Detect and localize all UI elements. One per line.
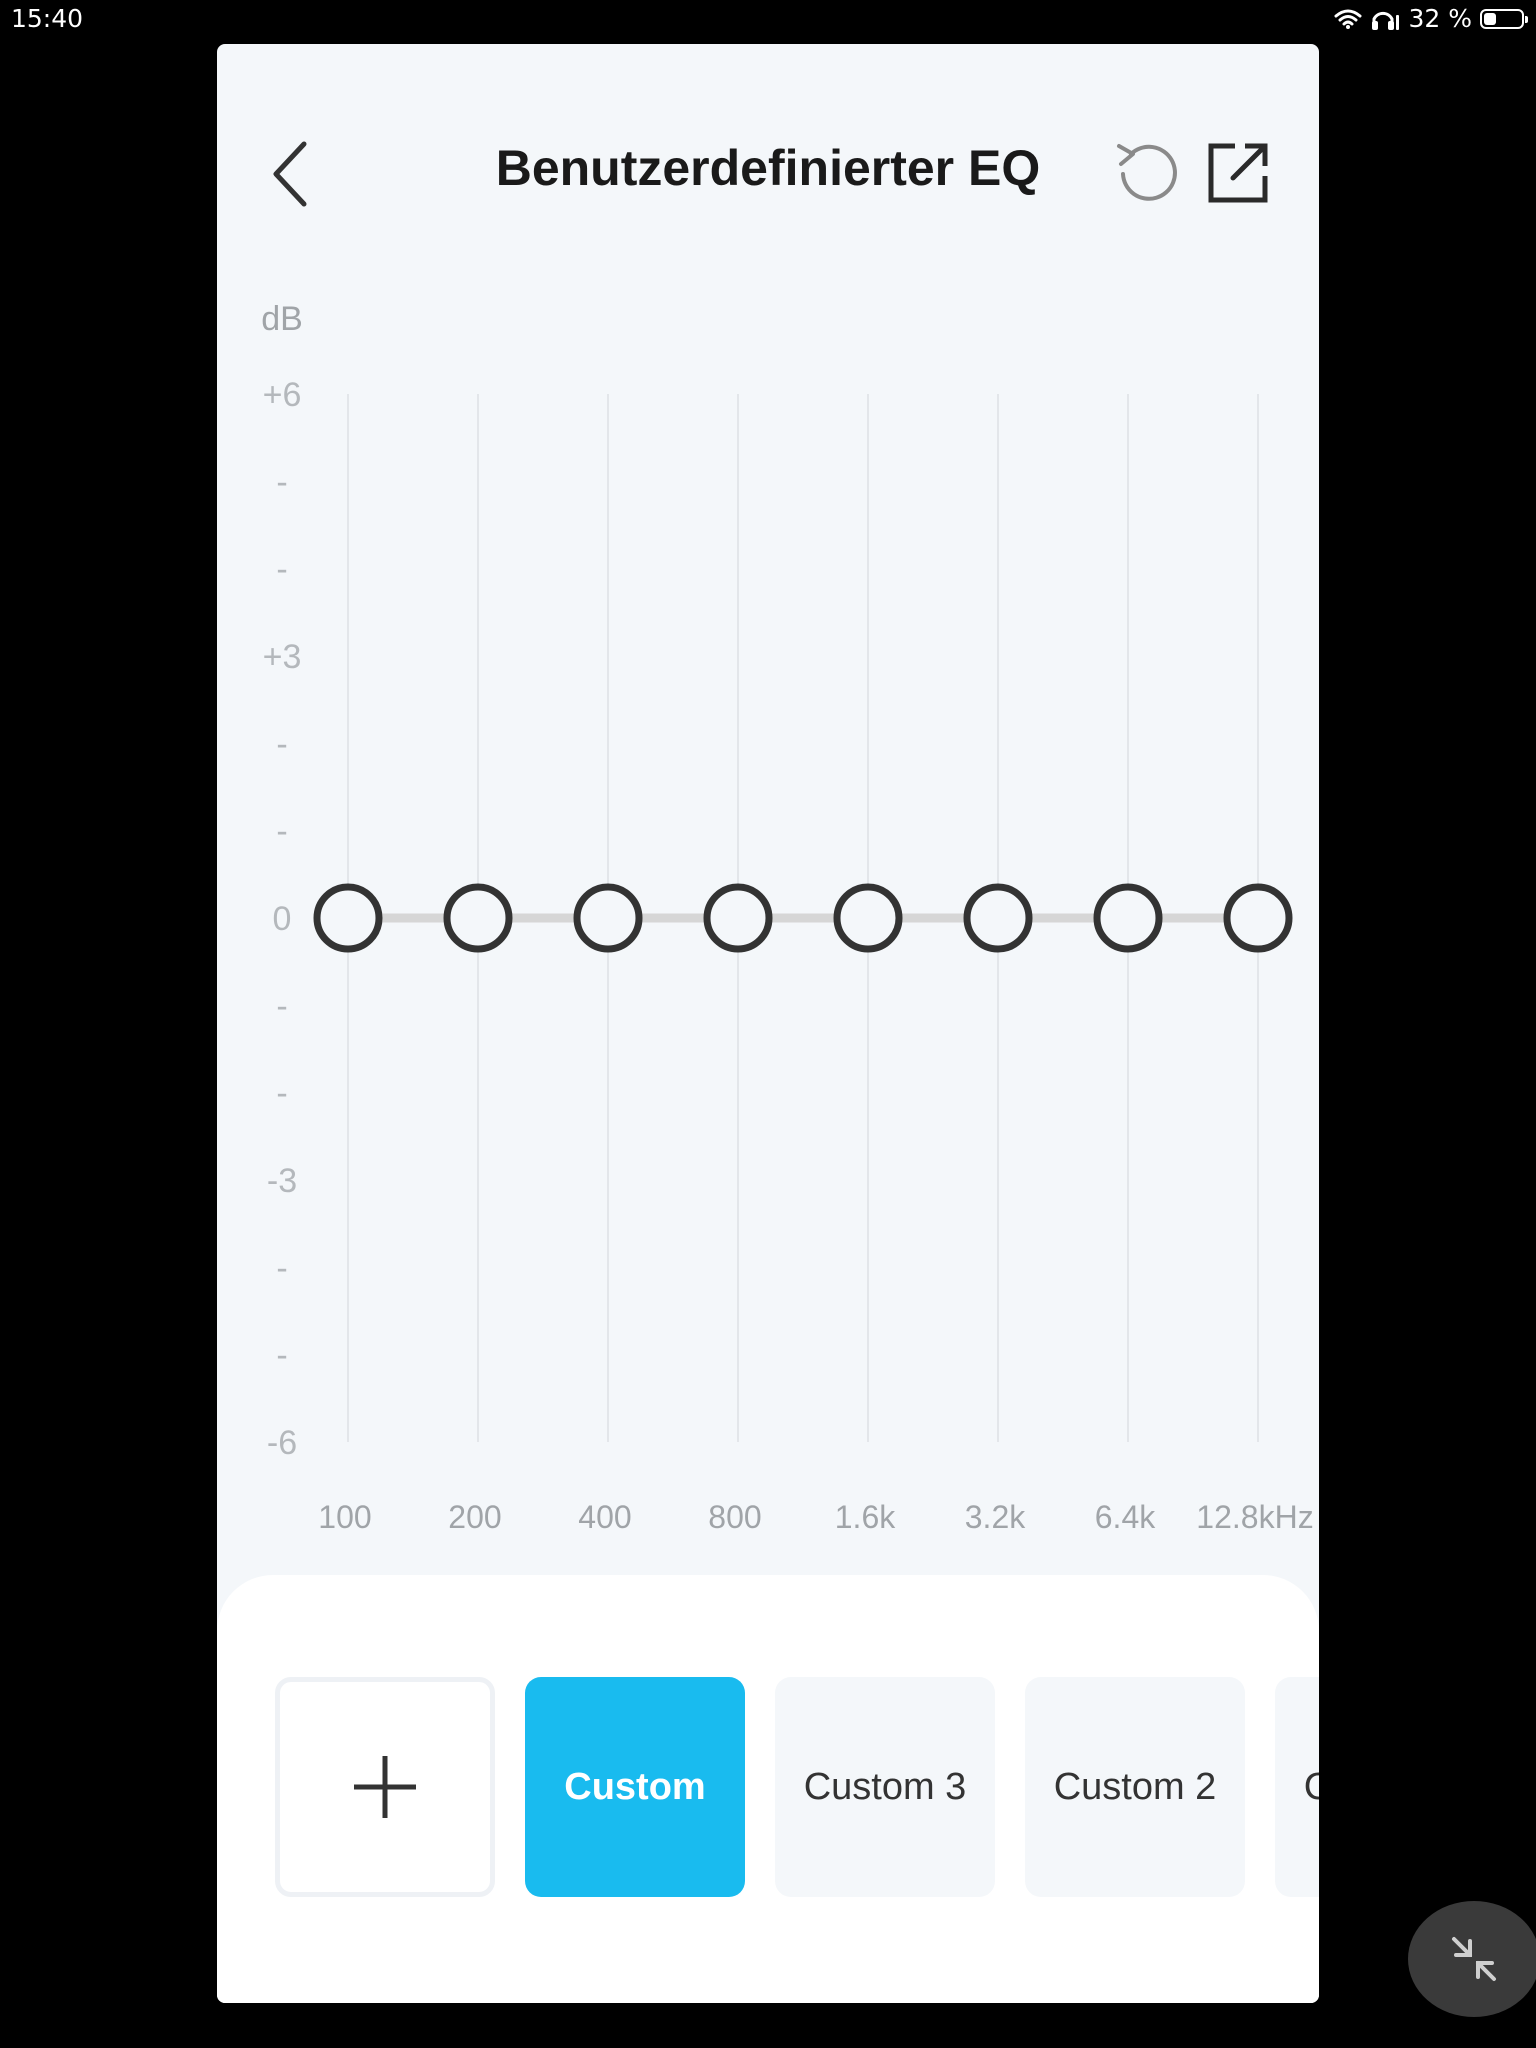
x-tick-label: 200 — [448, 1499, 501, 1535]
y-tick-label: 0 — [273, 900, 292, 938]
y-axis-ticks: +6 - - +3 - - 0 - - -3 - - -6 — [263, 376, 302, 1462]
x-tick-label: 800 — [708, 1499, 761, 1535]
wifi-icon — [1334, 9, 1362, 29]
x-tick-label: 6.4k — [1095, 1499, 1156, 1535]
y-tick-label: +3 — [263, 638, 302, 676]
y-tick-label: - — [276, 725, 287, 763]
eq-knob-800[interactable] — [703, 883, 773, 953]
battery-icon — [1480, 8, 1528, 29]
preset-custom-2[interactable]: Custom 2 — [1025, 1677, 1245, 1897]
eq-knob-1.6k[interactable] — [833, 883, 903, 953]
preset-custom-3[interactable]: Custom 3 — [775, 1677, 995, 1897]
preset-sheet: Custom Custom 3 Custom 2 Custom 1 — [217, 1575, 1319, 2003]
y-tick-label: -6 — [267, 1424, 297, 1462]
share-button[interactable] — [1199, 132, 1279, 212]
battery-percent: 32 % — [1408, 4, 1472, 33]
x-tick-label: 12.8kHz — [1196, 1499, 1313, 1535]
y-tick-label: - — [276, 1337, 287, 1375]
x-axis-ticks: 100 200 400 800 1.6k 3.2k 6.4k 12.8kHz — [318, 1499, 1313, 1535]
status-bar: 15:40 32 % — [0, 0, 1536, 40]
header: Benutzerdefinierter EQ — [217, 44, 1319, 244]
y-axis-title: dB — [261, 300, 303, 338]
collapse-disc[interactable] — [1408, 1901, 1536, 2017]
battery-level — [1484, 12, 1496, 25]
reset-icon — [1117, 144, 1177, 201]
eq-panel: Benutzerdefinierter EQ dB +6 - - +3 - - 0 - - -3 -… — [217, 44, 1319, 2003]
collapse-button[interactable] — [1408, 1901, 1536, 2017]
eq-knob-200[interactable] — [443, 883, 513, 953]
preset-list: Custom Custom 3 Custom 2 Custom 1 — [275, 1677, 1319, 1897]
eq-chart: dB +6 - - +3 - - 0 - - -3 - - -6 100 200 400 800 1.6k 3.2… — [261, 300, 1313, 1535]
eq-knob-100[interactable] — [313, 883, 383, 953]
y-tick-label: +6 — [263, 376, 302, 414]
collapse-icon — [1452, 1937, 1496, 1981]
eq-knob-6.4k[interactable] — [1093, 883, 1163, 953]
add-preset-button[interactable] — [275, 1677, 495, 1897]
y-tick-label: - — [276, 463, 287, 501]
y-tick-label: - — [276, 1075, 287, 1113]
x-tick-label: 100 — [318, 1499, 371, 1535]
x-tick-label: 400 — [578, 1499, 631, 1535]
headphones-icon — [1372, 11, 1400, 30]
plus-icon — [354, 1756, 416, 1818]
eq-knob-400[interactable] — [573, 883, 643, 953]
status-indicators: 32 % — [1334, 4, 1528, 33]
y-tick-label: - — [276, 987, 287, 1025]
y-tick-label: - — [276, 1249, 287, 1287]
status-time: 15:40 — [11, 4, 84, 33]
x-tick-label: 3.2k — [965, 1499, 1026, 1535]
share-icon — [1208, 143, 1268, 203]
preset-custom[interactable]: Custom — [525, 1677, 745, 1897]
y-tick-label: -3 — [267, 1162, 297, 1200]
eq-knob-3.2k[interactable] — [963, 883, 1033, 953]
y-tick-label: - — [276, 813, 287, 851]
preset-custom-1[interactable]: Custom 1 — [1275, 1677, 1319, 1897]
reset-button[interactable] — [1107, 132, 1187, 212]
eq-knob-12.8kHz[interactable] — [1223, 883, 1293, 953]
y-tick-label: - — [276, 551, 287, 589]
x-tick-label: 1.6k — [835, 1499, 896, 1535]
